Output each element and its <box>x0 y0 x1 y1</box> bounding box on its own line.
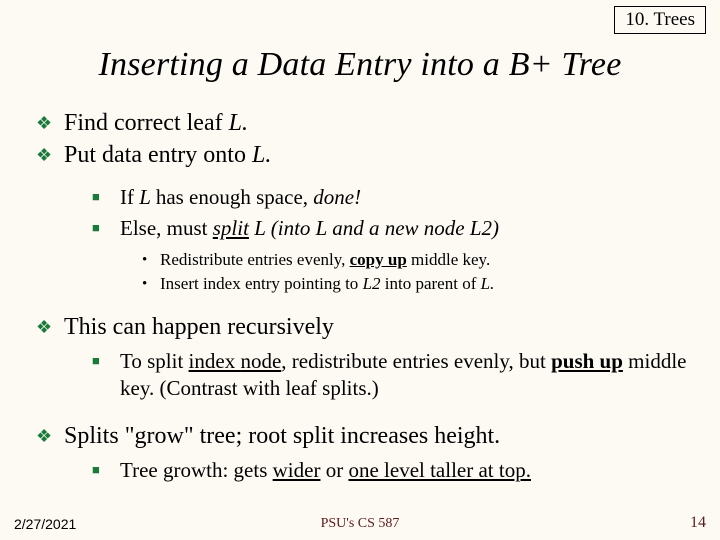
text: L (into L and a new node L2) <box>249 216 499 240</box>
text: L. <box>252 142 271 168</box>
text: L. <box>229 110 248 136</box>
bullet-item: ❖ This can happen recursively <box>0 312 720 342</box>
slide-body: ❖ Find correct leaf L. ❖ Put data entry … <box>0 108 720 484</box>
text: into parent of <box>381 274 481 293</box>
text: has enough space, <box>156 185 313 209</box>
text: Else, must <box>120 216 213 240</box>
footer-page-number: 14 <box>690 514 706 532</box>
text: L. <box>481 274 495 293</box>
bullet-item: ❖ Find correct leaf L. <box>0 108 720 138</box>
text: Redistribute entries evenly, <box>160 250 350 269</box>
slide-title: Inserting a Data Entry into a B+ Tree <box>0 46 720 84</box>
text: split <box>213 216 249 240</box>
sub-bullet-item: ■ Else, must split L (into L and a new n… <box>0 215 720 242</box>
text: This can happen recursively <box>64 314 334 340</box>
text: Put data entry onto <box>64 142 252 168</box>
bullet-item: ❖ Splits "grow" tree; root split increas… <box>0 421 720 451</box>
dot-bullet-icon: • <box>142 251 147 270</box>
text: done <box>313 185 354 209</box>
text: L <box>139 185 156 209</box>
square-bullet-icon: ■ <box>92 462 100 479</box>
text: Find correct leaf <box>64 110 229 136</box>
sub-bullet-item: ■ Tree growth: gets wider or one level t… <box>0 457 720 484</box>
square-bullet-icon: ■ <box>92 353 100 370</box>
subsub-bullet-item: • Redistribute entries evenly, copy up m… <box>0 249 720 270</box>
text: copy up <box>350 250 407 269</box>
dot-bullet-icon: • <box>142 275 147 294</box>
diamond-bullet-icon: ❖ <box>36 316 52 339</box>
diamond-bullet-icon: ❖ <box>36 144 52 167</box>
text: , redistribute entries evenly, but <box>281 349 551 373</box>
diamond-bullet-icon: ❖ <box>36 112 52 135</box>
sub-bullet-item: ■ To split index node, redistribute entr… <box>0 348 720 403</box>
text: middle key. <box>407 250 490 269</box>
diamond-bullet-icon: ❖ <box>36 425 52 448</box>
text: ! <box>354 185 361 209</box>
text: To split <box>120 349 189 373</box>
text: L2 <box>363 274 381 293</box>
text: Insert index entry pointing to <box>160 274 363 293</box>
text: node <box>240 349 281 373</box>
text: wider <box>273 458 321 482</box>
text: If <box>120 185 139 209</box>
text: push up <box>551 349 623 373</box>
text: Splits "grow" tree; root split increases… <box>64 423 500 449</box>
text: Tree growth: gets <box>120 458 273 482</box>
chapter-badge: 10. Trees <box>614 6 706 34</box>
text: index <box>189 349 241 373</box>
subsub-bullet-item: • Insert index entry pointing to L2 into… <box>0 273 720 294</box>
text: or <box>320 458 348 482</box>
square-bullet-icon: ■ <box>92 220 100 237</box>
footer: 2/27/2021 PSU's CS 587 14 <box>0 512 720 532</box>
bullet-item: ❖ Put data entry onto L. <box>0 140 720 170</box>
footer-course: PSU's CS 587 <box>0 516 720 532</box>
sub-bullet-item: ■ If L has enough space, done! <box>0 184 720 211</box>
text: one level taller at top. <box>348 458 531 482</box>
square-bullet-icon: ■ <box>92 189 100 206</box>
